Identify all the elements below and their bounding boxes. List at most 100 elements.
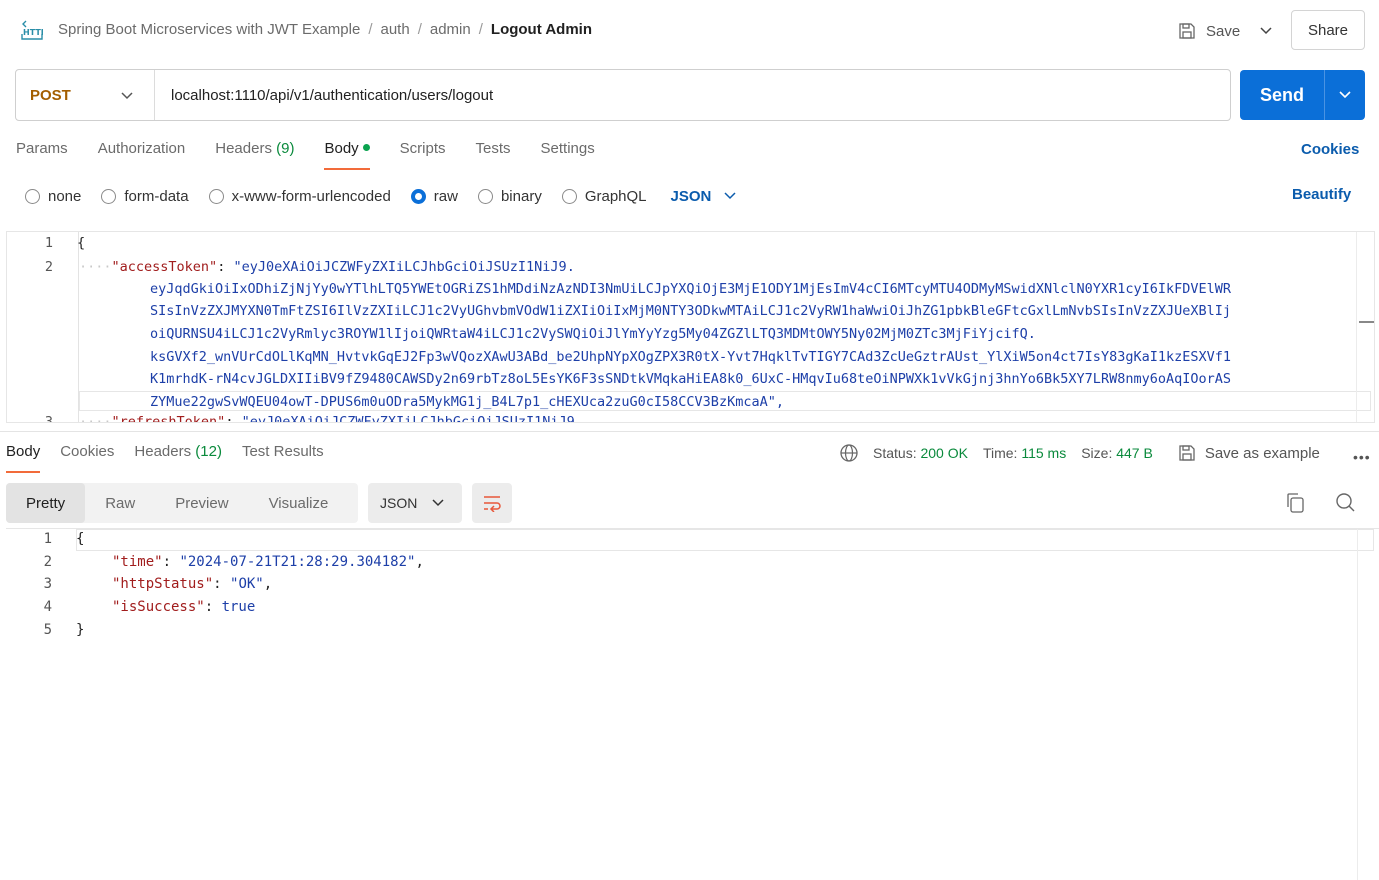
send-label: Send	[1259, 84, 1304, 105]
response-tab-cookies[interactable]: Cookies	[60, 443, 114, 473]
radio-urlencoded-label: x-www-form-urlencoded	[231, 187, 391, 205]
active-line-highlight	[76, 529, 1374, 551]
line-number: 2	[43, 554, 52, 570]
breadcrumb-current-request[interactable]: Logout Admin	[491, 21, 592, 38]
response-tab-headers[interactable]: Headers (12)	[134, 443, 222, 473]
json-key: "accessToken"	[111, 259, 218, 275]
tab-headers[interactable]: Headers (9)	[215, 140, 294, 170]
view-preview[interactable]: Preview	[155, 483, 248, 523]
status-value[interactable]: 200 OK	[920, 445, 967, 461]
json-key: "isSuccess"	[112, 599, 205, 615]
save-button[interactable]: Save	[1178, 18, 1240, 44]
breadcrumb-folder-auth[interactable]: auth	[381, 21, 410, 38]
size-label: Size:	[1081, 445, 1113, 461]
response-view-modes: Pretty Raw Preview Visualize	[6, 483, 358, 523]
status-label: Status:	[873, 445, 917, 461]
response-body-viewer[interactable]: 1 2 3 4 5 { "time": "2024-07-21T21:28:29…	[6, 528, 1379, 880]
radio-form-data-label: form-data	[124, 187, 189, 205]
tab-scripts[interactable]: Scripts	[400, 140, 446, 170]
json-string-wrap: SIsInVzZXJMYXN0TmFtZSI6IlVzZXIiLCJ1c2VyU…	[150, 303, 1231, 319]
headers-count: (9)	[276, 140, 295, 157]
body-format-label: JSON	[670, 187, 712, 205]
code-line-http-status: "httpStatus": "OK",	[112, 576, 273, 592]
radio-none-label: none	[48, 187, 82, 205]
radio-circle	[477, 188, 493, 204]
cookies-link[interactable]: Cookies	[1301, 141, 1359, 158]
send-button[interactable]: Send	[1240, 70, 1365, 120]
body-type-options: none form-data x-www-form-urlencoded raw…	[25, 185, 737, 207]
share-button[interactable]: Share	[1291, 10, 1365, 50]
wrap-lines-button[interactable]	[472, 483, 512, 523]
code-open-brace: {	[76, 531, 85, 547]
json-key: "httpStatus"	[112, 576, 214, 592]
send-options-chevron-down-icon[interactable]	[1325, 88, 1365, 102]
radio-circle	[561, 188, 577, 204]
tab-authorization[interactable]: Authorization	[98, 140, 186, 170]
json-key: "refreshToken"	[111, 414, 226, 423]
json-string-wrap: ZYMue22gwSvWQEU04owT-DPUS6m0uODra5MykMG1…	[150, 394, 784, 410]
breadcrumb-collection[interactable]: Spring Boot Microservices with JWT Examp…	[58, 21, 360, 38]
copy-icon[interactable]	[1285, 492, 1305, 514]
radio-form-data[interactable]: form-data	[101, 187, 189, 205]
line-number: 2	[44, 259, 53, 275]
body-format-select[interactable]: JSON	[671, 188, 738, 205]
line-number: 1	[44, 235, 53, 251]
radio-binary-label: binary	[500, 187, 542, 205]
tab-headers-label: Headers	[215, 140, 272, 157]
wrap-lines-icon	[484, 496, 501, 512]
line-number: 3	[43, 576, 52, 592]
radio-raw[interactable]: raw	[410, 187, 458, 205]
viewer-scrollbar[interactable]	[1357, 529, 1358, 880]
view-raw[interactable]: Raw	[85, 483, 155, 523]
radio-graphql[interactable]: GraphQL	[561, 188, 647, 205]
search-icon[interactable]	[1335, 492, 1355, 514]
time-label: Time:	[982, 445, 1018, 461]
radio-none[interactable]: none	[25, 188, 81, 205]
save-label: Save	[1206, 22, 1241, 40]
save-options-chevron-down-icon[interactable]	[1256, 22, 1276, 40]
indent-dots: ····	[79, 414, 112, 423]
tab-body[interactable]: Body	[324, 140, 370, 170]
line-gutter: 1 2 3	[7, 232, 79, 422]
url-input[interactable]	[155, 70, 1230, 120]
tab-params[interactable]: Params	[16, 140, 68, 170]
radio-binary[interactable]: binary	[477, 187, 542, 205]
save-as-example-button[interactable]: Save as example	[1178, 444, 1320, 462]
code-line-time: "time": "2024-07-21T21:28:29.304182",	[112, 554, 424, 570]
radio-circle-selected	[410, 188, 426, 204]
svg-text:HTTP: HTTP	[23, 28, 43, 37]
method-select[interactable]: POST	[16, 70, 155, 120]
radio-circle	[25, 188, 40, 204]
breadcrumb-folder-admin[interactable]: admin	[430, 21, 471, 38]
beautify-button[interactable]: Beautify	[1292, 186, 1351, 203]
line-gutter: 1 2 3 4 5	[6, 529, 78, 880]
response-format-select[interactable]: JSON	[368, 483, 462, 523]
editor-scrollbar[interactable]	[1356, 232, 1374, 422]
code-line-access-token: ····"accessToken": "eyJ0eXAiOiJCZWFyZXIi…	[79, 259, 575, 275]
response-meta: Status: 200 OK Time: 115 ms Size: 447 B …	[839, 443, 1320, 463]
chevron-down-icon	[121, 92, 133, 100]
response-tab-body[interactable]: Body	[6, 443, 41, 473]
request-body-editor[interactable]: 1 2 3 { ····"accessToken": "eyJ0eXAiOiJC…	[6, 231, 1375, 423]
response-tab-test-results[interactable]: Test Results	[242, 443, 324, 473]
tab-body-label: Body	[324, 140, 359, 157]
json-string-wrap: eyJqdGkiOiIxODhiZjNjYy0wYTlhLTQ5YWEtOGRi…	[150, 281, 1231, 297]
radio-urlencoded[interactable]: x-www-form-urlencoded	[208, 187, 391, 205]
view-pretty[interactable]: Pretty	[6, 483, 86, 523]
view-visualize[interactable]: Visualize	[249, 483, 349, 523]
json-string-wrap: oiQURNSU4iLCJ1c2VyRmlyc3ROYW1lIjoiQWRtaW…	[150, 326, 1036, 342]
code-open-brace: {	[77, 235, 86, 251]
tab-tests[interactable]: Tests	[476, 140, 511, 170]
url-bar: POST	[15, 69, 1231, 121]
chevron-down-icon	[724, 192, 736, 200]
radio-raw-label: raw	[433, 187, 458, 205]
save-icon	[1179, 445, 1195, 461]
indent-dots: ····	[79, 259, 112, 275]
panel-divider[interactable]	[0, 431, 1379, 432]
globe-icon[interactable]	[839, 443, 859, 463]
more-options-icon[interactable]: •••	[1353, 449, 1371, 465]
tab-settings[interactable]: Settings	[541, 140, 595, 170]
time-value[interactable]: 115 ms	[1021, 445, 1066, 461]
code-line-is-success: "isSuccess": true	[112, 599, 256, 615]
size-value[interactable]: 447 B	[1116, 445, 1153, 461]
